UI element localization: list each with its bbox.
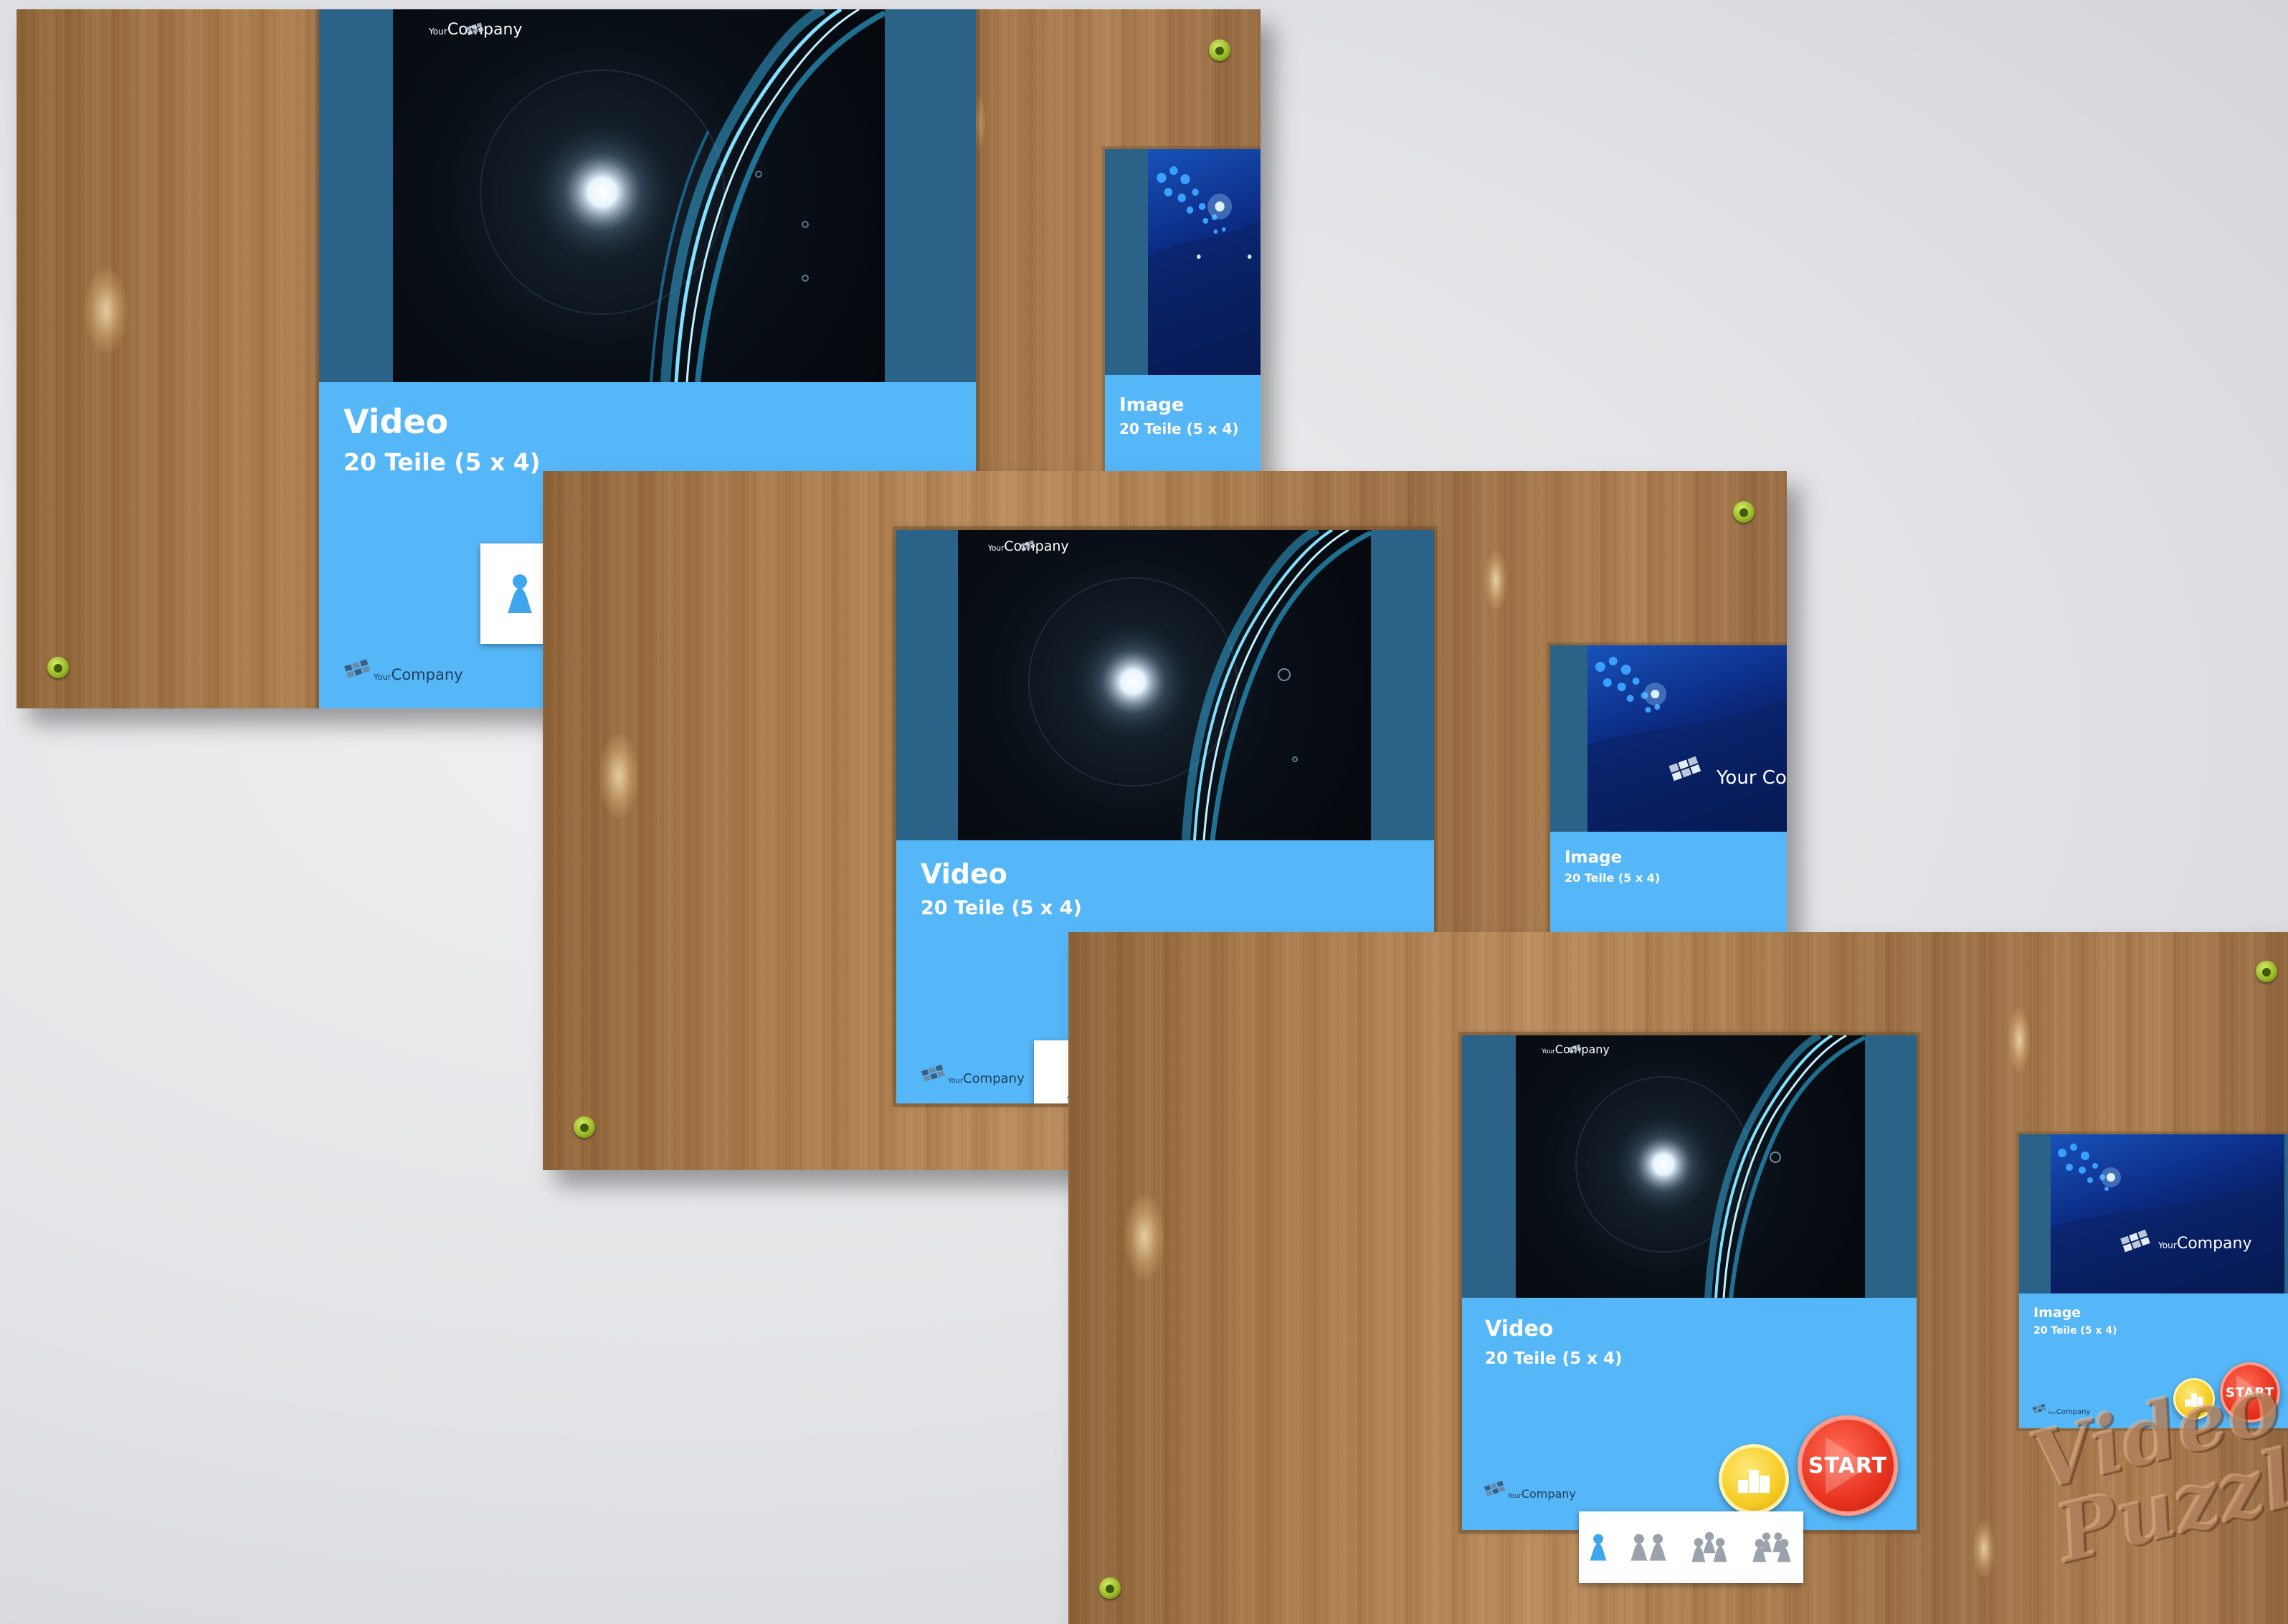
video-frame: YourCompany [958,530,1371,840]
card-title: Image [1565,848,1623,867]
screw-icon [1099,1577,1121,1599]
company-logo-icon [1568,1044,1582,1054]
company-logo: YourCompany [921,1064,1025,1086]
card-title: Image [2033,1305,2081,1321]
pawn-icon-1-player[interactable] [1589,1533,1608,1562]
card-title: Image [1119,394,1185,416]
image-preview: Your Comp [1550,645,1787,832]
image-frame: YourCompany [2051,1134,2284,1293]
pawn-icon-4-players[interactable] [1750,1532,1793,1563]
card-subtitle: 20 Teile (5 x 4) [921,897,1082,919]
wood-knot [1124,1194,1164,1280]
wood-knot [2008,1007,2031,1072]
company-logo-icon [1020,540,1035,551]
podium-icon [1738,1470,1770,1493]
light-streak-graphic [480,9,885,382]
video-card[interactable]: YourCompany Video 20 Teile (5 x 4) YourC… [1462,1035,1917,1530]
card-title: Video [343,402,449,441]
pawn-icon-3-players[interactable] [1689,1532,1729,1563]
screw-icon [1733,501,1755,523]
card-title: Video [1485,1316,1554,1342]
card-subtitle: 20 Teile (5 x 4) [1485,1349,1623,1368]
screw-icon [47,657,69,678]
card-subtitle: 20 Teile (5 x 4) [343,448,541,476]
company-logo-icon [921,1064,945,1082]
highscore-button[interactable] [1719,1444,1789,1514]
light-streak-graphic [1028,530,1371,840]
image-frame: Your Comp [1587,645,1787,832]
blue-dots-graphic [1148,166,1261,375]
company-logo-icon [344,659,371,678]
pawn-icon-2-players[interactable] [1628,1533,1668,1562]
image-logo-text: Your Comp [1717,767,1787,789]
image-preview [1105,149,1261,375]
video-frame: YourCompany [1516,1035,1865,1298]
video-frame: YourCompany [393,9,885,382]
company-logo: YourCompany [2158,1235,2252,1253]
screen-3: YourCompany Video 20 Teile (5 x 4) YourC… [1068,932,2288,1624]
wood-knot [1973,1520,1995,1577]
player-selector[interactable] [1579,1511,1803,1583]
company-logo: YourCompany [1484,1480,1576,1500]
blue-dots-graphic [2051,1144,2284,1293]
company-logo-icon [1484,1481,1506,1496]
image-preview: YourCompany [2019,1134,2288,1293]
wood-knot [1484,550,1507,611]
company-logo-icon [465,22,484,36]
video-preview: YourCompany [896,530,1434,840]
screw-icon [1209,39,1230,61]
company-logo: YourCompany [343,658,463,683]
image-frame [1148,149,1261,375]
light-streak-graphic [1575,1035,1865,1298]
wood-knot [599,733,639,819]
card-subtitle: 20 Teile (5 x 4) [1119,420,1239,437]
company-logo: YourCompany [988,538,1069,554]
company-logo: YourCompany [429,21,523,39]
video-preview: YourCompany [1462,1035,1917,1298]
start-button[interactable]: START [1798,1415,1898,1516]
blue-dots-graphic [1587,657,1787,832]
pawn-icon[interactable] [506,573,533,614]
card-subtitle: 20 Teile (5 x 4) [2033,1325,2117,1336]
screw-icon [2256,961,2277,982]
video-preview: YourCompany [319,9,976,382]
card-subtitle: 20 Teile (5 x 4) [1565,871,1661,885]
company-logo: YourCompany [1542,1043,1610,1056]
wood-knot [85,267,128,353]
card-title: Video [921,858,1007,890]
screw-icon [574,1116,595,1138]
